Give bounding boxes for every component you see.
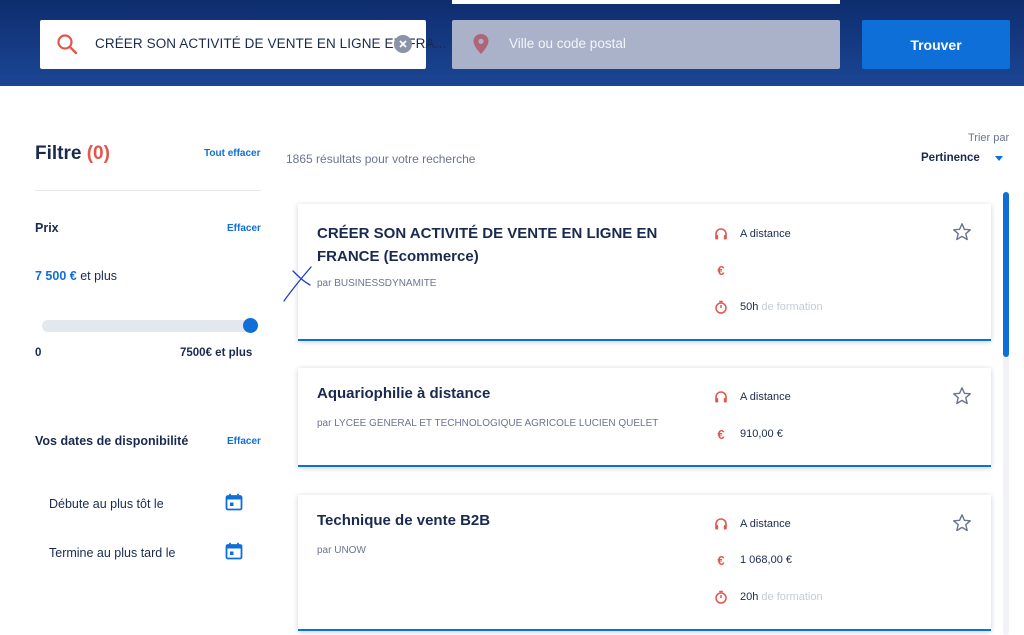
stopwatch-icon — [715, 590, 727, 604]
filter-count: (0) — [86, 143, 110, 164]
price-filter-label: Prix — [35, 221, 59, 235]
end-date-label: Termine au plus tard le — [49, 546, 176, 560]
clear-all-filters-link[interactable]: Tout effacer — [204, 148, 261, 159]
course-provider: par UNOW — [317, 545, 366, 556]
delivery-mode: A distance — [714, 226, 791, 242]
map-pin-icon — [473, 34, 489, 54]
clear-dates-link[interactable]: Effacer — [227, 436, 261, 447]
stopwatch-icon — [715, 300, 727, 314]
price-range-max: 7500€ et plus — [180, 347, 253, 359]
calendar-icon[interactable] — [225, 542, 243, 560]
availability-dates-label: Vos dates de disponibilité — [35, 434, 189, 448]
location-search-field[interactable]: Ville ou code postal — [452, 20, 840, 69]
results-scrollbar-thumb[interactable] — [1003, 192, 1009, 357]
course-price: € 910,00 € — [714, 426, 783, 442]
result-card[interactable]: Aquariophilie à distance par LYCEE GENER… — [298, 368, 991, 467]
star-icon[interactable] — [952, 222, 972, 242]
euro-icon: € — [717, 262, 725, 278]
filter-title: Filtre — [35, 143, 82, 164]
course-title[interactable]: Technique de vente B2B — [317, 509, 687, 532]
delivery-mode-text: A distance — [740, 391, 791, 403]
duration-suffix: de formation — [758, 301, 823, 313]
course-title[interactable]: CRÉER SON ACTIVITÉ DE VENTE EN LIGNE EN … — [317, 222, 687, 268]
course-duration-text: 50h de formation — [740, 301, 823, 313]
sort-label: Trier par — [968, 132, 1010, 144]
course-price: € 1 068,00 € — [714, 552, 792, 568]
course-duration: 50h de formation — [714, 299, 823, 315]
course-price-text: 910,00 € — [740, 428, 783, 440]
headphones-icon — [715, 518, 727, 530]
sort-dropdown[interactable]: Pertinence — [921, 152, 980, 164]
price-suffix: et plus — [76, 269, 118, 283]
euro-icon: € — [717, 426, 725, 442]
course-title[interactable]: Aquariophilie à distance — [317, 382, 687, 405]
location-placeholder: Ville ou code postal — [509, 36, 626, 51]
course-provider: par BUSINESSDYNAMITE — [317, 278, 437, 289]
euro-icon: € — [717, 552, 725, 568]
price-slider-track[interactable] — [42, 320, 252, 332]
filter-heading: Filtre (0) — [35, 143, 110, 165]
clear-price-link[interactable]: Effacer — [227, 223, 261, 234]
price-slider-thumb[interactable] — [242, 318, 258, 333]
course-price: € — [714, 262, 740, 278]
start-date-label: Débute au plus tôt le — [49, 497, 164, 511]
duration-suffix: de formation — [758, 591, 823, 603]
price-filter-value: 7 500 € et plus — [35, 269, 117, 283]
headphones-icon — [715, 391, 727, 403]
course-price-text: 1 068,00 € — [740, 554, 792, 566]
delivery-mode-text: A distance — [740, 228, 791, 240]
sidebar-divider — [35, 190, 261, 191]
delivery-mode: A distance — [714, 516, 791, 532]
clear-search-button[interactable] — [394, 35, 412, 53]
chevron-down-icon[interactable] — [995, 156, 1003, 161]
result-card[interactable]: Technique de vente B2B par UNOW A distan… — [298, 495, 991, 631]
keyword-search-field[interactable]: CRÉER SON ACTIVITÉ DE VENTE EN LIGNE EN … — [40, 20, 446, 69]
results-count: 1865 résultats pour votre recherche — [286, 152, 476, 166]
course-duration: 20h de formation — [714, 589, 823, 605]
headphones-icon — [715, 228, 727, 240]
search-icon — [57, 34, 78, 55]
duration-hours: 20h — [740, 591, 759, 603]
result-card[interactable]: CRÉER SON ACTIVITÉ DE VENTE EN LIGNE EN … — [298, 204, 991, 341]
duration-hours: 50h — [740, 301, 759, 313]
top-search-bar: CRÉER SON ACTIVITÉ DE VENTE EN LIGNE EN … — [0, 0, 1024, 86]
location-field-top-edge — [452, 0, 840, 4]
price-range-min: 0 — [35, 347, 42, 359]
star-icon[interactable] — [952, 513, 972, 533]
star-icon[interactable] — [952, 386, 972, 406]
calendar-icon[interactable] — [225, 493, 243, 511]
price-amount: 7 500 € — [35, 269, 77, 283]
find-button[interactable]: Trouver — [862, 20, 1010, 69]
course-provider: par LYCEE GENERAL ET TECHNOLOGIQUE AGRIC… — [317, 418, 659, 429]
start-date-field[interactable]: Débute au plus tôt le — [49, 493, 249, 517]
close-icon — [399, 40, 407, 48]
course-duration-text: 20h de formation — [740, 591, 823, 603]
delivery-mode: A distance — [714, 389, 791, 405]
end-date-field[interactable]: Termine au plus tard le — [49, 542, 249, 566]
delivery-mode-text: A distance — [740, 518, 791, 530]
annotation-mark — [283, 266, 312, 302]
